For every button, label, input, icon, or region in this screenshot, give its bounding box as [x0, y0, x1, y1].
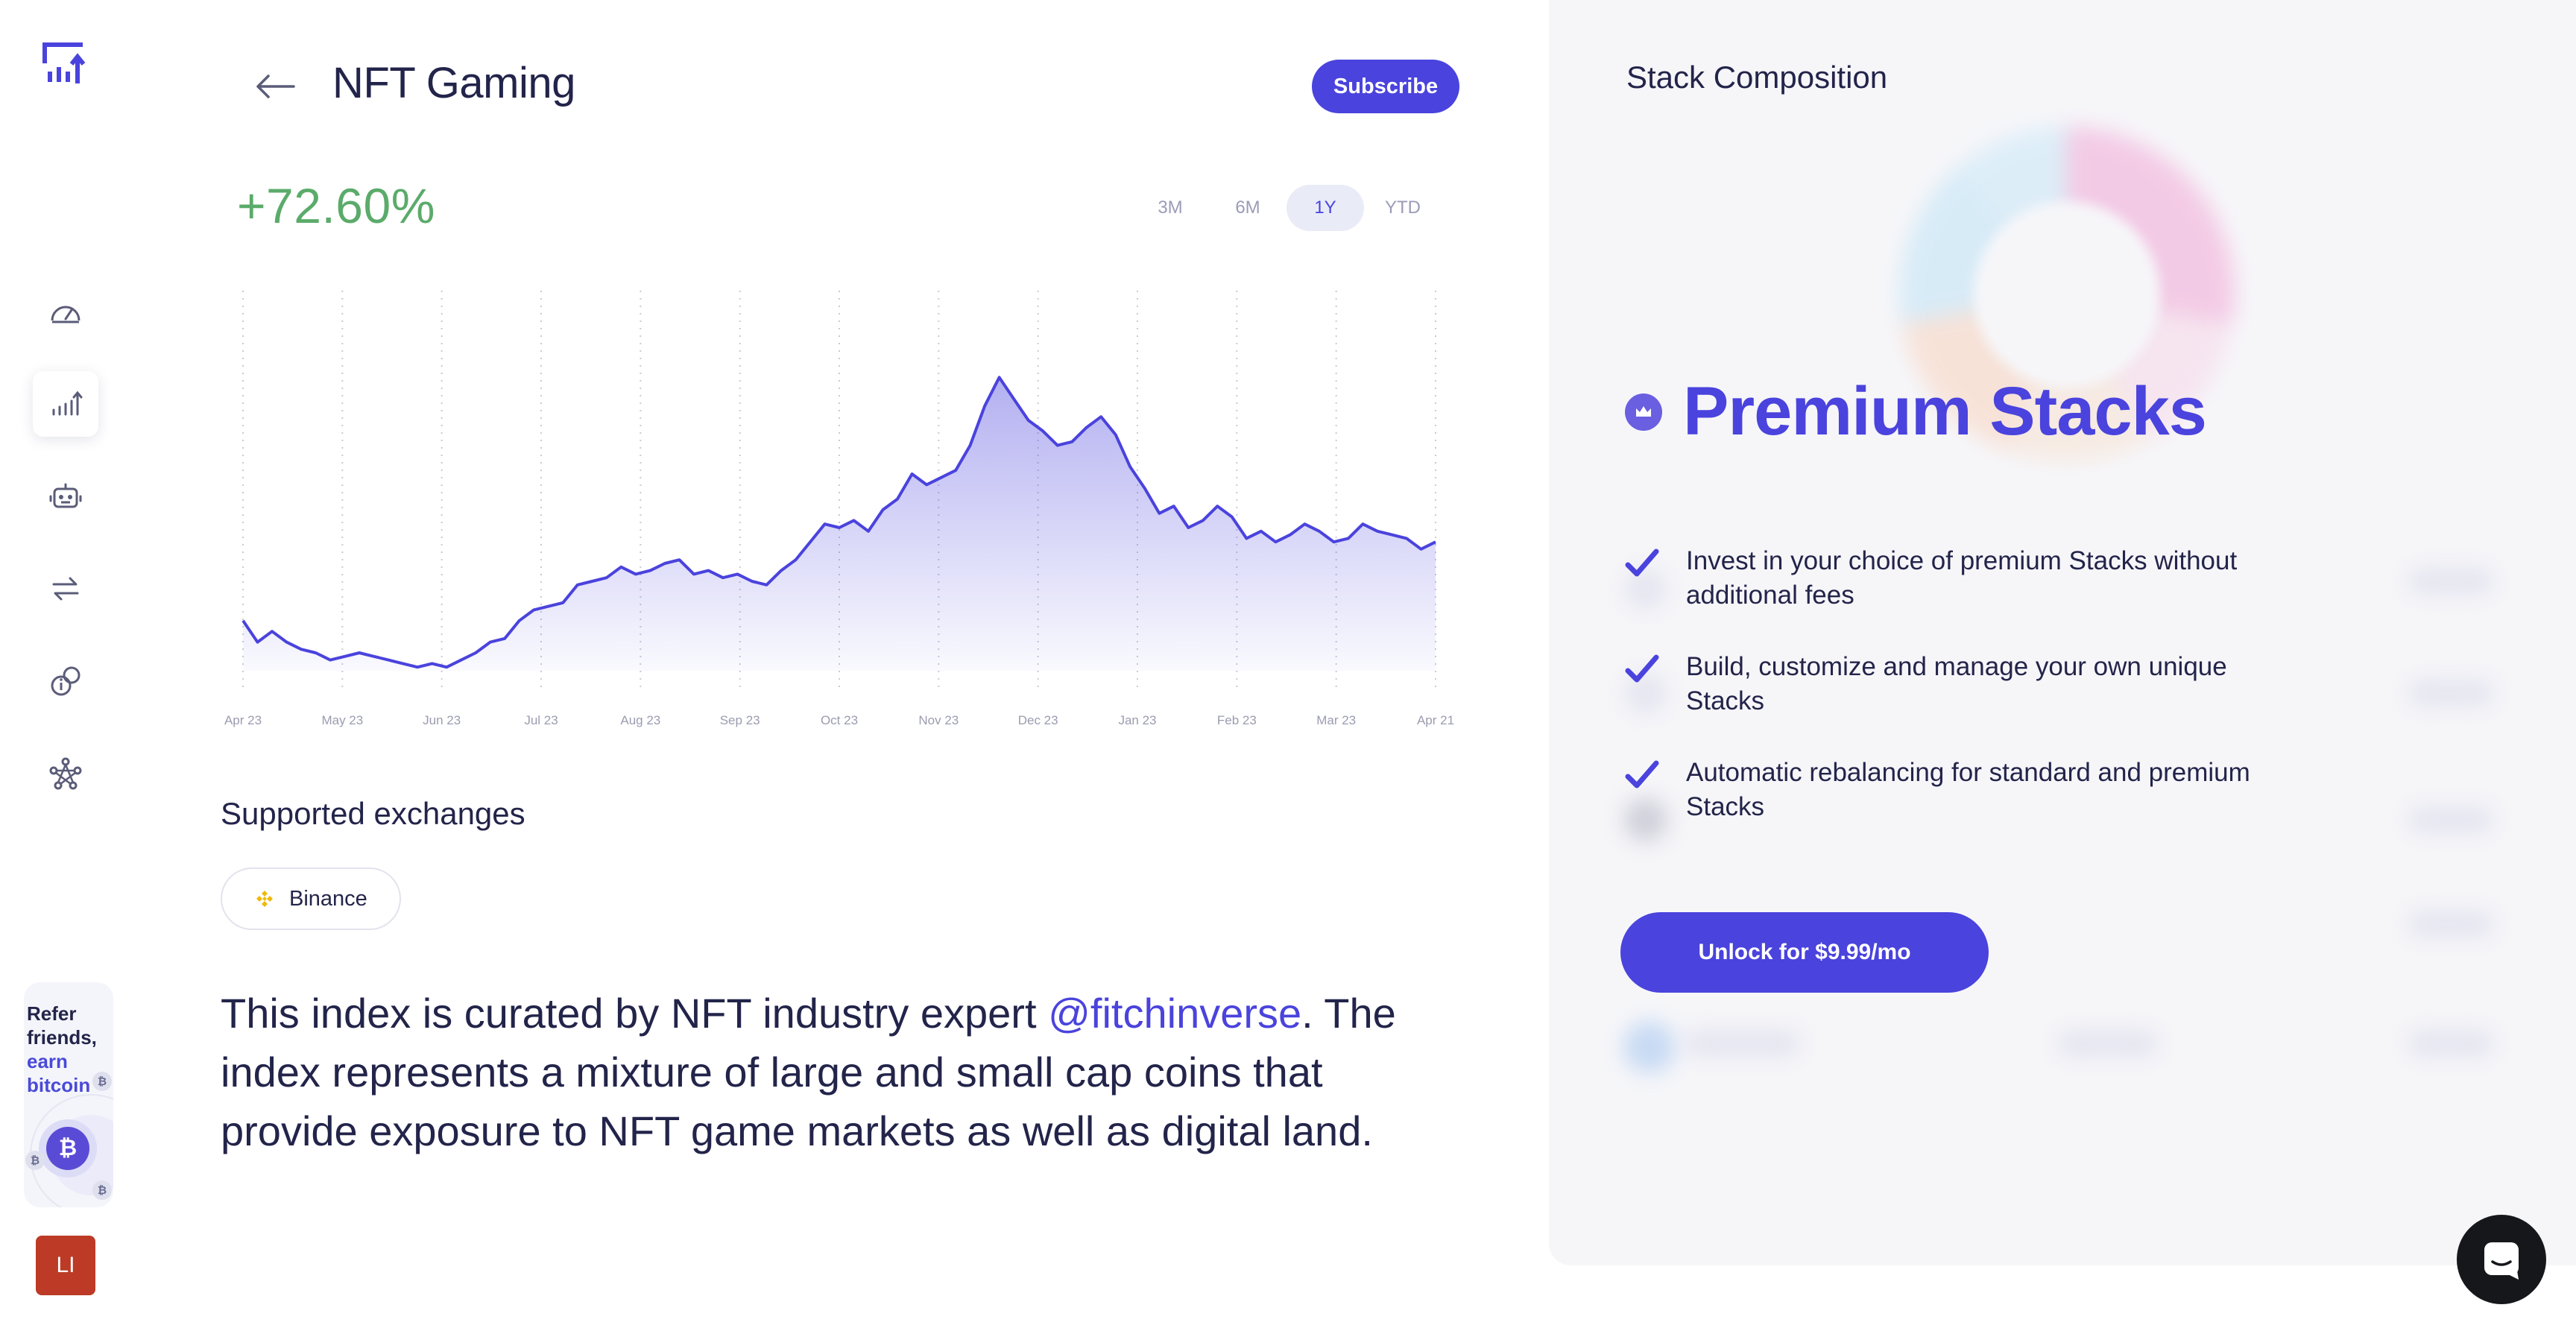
x-tick-label: Nov 23 [918, 713, 959, 727]
x-tick-label: Apr 23 [224, 713, 262, 727]
range-tab-ytd[interactable]: YTD [1364, 185, 1442, 231]
feature-item: Automatic rebalancing for standard and p… [1625, 756, 2296, 824]
premium-stacks-title: Premium Stacks [1683, 373, 2207, 449]
subscribe-button[interactable]: Subscribe [1312, 60, 1459, 113]
blurred-placeholder [1623, 1021, 1676, 1073]
blurred-placeholder [2406, 678, 2496, 708]
nav-swap[interactable] [33, 556, 98, 622]
x-tick-label: Jun 23 [423, 713, 461, 727]
checkmark-icon [1625, 760, 1659, 788]
feature-text: Automatic rebalancing for standard and p… [1686, 758, 2250, 821]
x-tick-label: Feb 23 [1217, 713, 1257, 727]
supported-exchanges-title: Supported exchanges [221, 796, 525, 831]
bitcoin-mini-icon: ₿ [25, 1151, 45, 1170]
robot-icon [49, 483, 82, 508]
range-tab-3m[interactable]: 3M [1131, 185, 1209, 231]
stack-composition-title: Stack Composition [1626, 60, 1888, 95]
blurred-placeholder [1683, 1028, 1802, 1058]
checkmark-icon [1625, 654, 1659, 683]
x-tick-label: Aug 23 [620, 713, 660, 727]
app-logo-icon[interactable] [42, 42, 89, 89]
premium-heading: Premium Stacks [1625, 373, 2207, 451]
checkmark-icon [1625, 549, 1659, 577]
refer-friends-card[interactable]: Refer friends, earn bitcoin [24, 982, 113, 1207]
x-tick-label: Apr 21 [1417, 713, 1454, 727]
nav-bots[interactable] [33, 464, 98, 529]
x-tick-label: Jan 23 [1118, 713, 1156, 727]
feature-item: Invest in your choice of premium Stacks … [1625, 544, 2296, 613]
nav-network[interactable] [33, 741, 98, 806]
nav-earn[interactable] [33, 648, 98, 714]
range-tab-6m[interactable]: 6M [1209, 185, 1287, 231]
curator-link[interactable]: @fitchinverse [1048, 990, 1301, 1037]
sidebar: Refer friends, earn bitcoin ₿ ₿ ₿ ₿ LI [0, 0, 131, 1334]
performance-chart: Apr 23 May 23 Jun 23 Jul 23 Aug 23 Sep 23 Oct … [224, 291, 1454, 727]
crown-icon [1625, 393, 1662, 431]
feature-item: Build, customize and manage your own uni… [1625, 650, 2296, 718]
performance-change: +72.60% [237, 178, 435, 233]
x-tick-label: Oct 23 [821, 713, 858, 727]
stack-composition-panel: Stack Composition Premium Stacks Invest … [1549, 0, 2576, 1265]
feature-text: Build, customize and manage your own uni… [1686, 652, 2227, 715]
description-text: This index is curated by NFT industry ex… [221, 990, 1049, 1037]
premium-features-list: Invest in your choice of premium Stacks … [1625, 544, 2296, 862]
exchange-name: Binance [289, 886, 367, 911]
refer-line-2: friends, [27, 1026, 97, 1049]
x-tick-label: May 23 [321, 713, 363, 727]
blurred-donut-hole [1974, 201, 2160, 388]
exchange-chip-binance[interactable]: Binance [221, 867, 401, 930]
network-nodes-icon [49, 757, 82, 790]
dashboard-gauge-icon [51, 306, 80, 323]
unlock-premium-button[interactable]: Unlock for $9.99/mo [1620, 912, 1989, 993]
index-description: This index is curated by NFT industry ex… [221, 984, 1428, 1160]
nav-indexes[interactable] [33, 371, 98, 437]
info-coin-icon [51, 666, 80, 696]
refer-line-1: Refer [27, 1002, 77, 1025]
x-tick-label: Mar 23 [1316, 713, 1356, 727]
feature-text: Invest in your choice of premium Stacks … [1686, 546, 2238, 610]
blurred-placeholder [2406, 805, 2496, 835]
blurred-placeholder [2406, 566, 2496, 596]
nav-dashboard[interactable] [33, 279, 98, 344]
bitcoin-mini-icon: ₿ [92, 1072, 112, 1091]
range-tabs: 3M 6M 1Y YTD [1131, 185, 1442, 231]
bitcoin-mini-icon: ₿ [92, 1180, 112, 1200]
range-tab-1y[interactable]: 1Y [1287, 185, 1364, 231]
refer-line-3: earn [27, 1050, 68, 1072]
bitcoin-icon: ₿ [46, 1127, 89, 1170]
user-avatar[interactable]: LI [36, 1236, 95, 1295]
chat-bubble-icon[interactable] [2457, 1215, 2546, 1304]
series-area [243, 377, 1436, 671]
x-tick-label: Dec 23 [1018, 713, 1058, 727]
bar-chart-icon [52, 391, 83, 416]
x-tick-label: Sep 23 [720, 713, 760, 727]
swap-arrows-icon [52, 577, 79, 601]
arrow-left-icon[interactable] [253, 66, 298, 107]
blurred-placeholder [2406, 1028, 2496, 1058]
page-title: NFT Gaming [332, 59, 575, 107]
x-tick-label: Jul 23 [524, 713, 558, 727]
blurred-placeholder [2056, 1028, 2160, 1058]
binance-icon [256, 891, 273, 907]
blurred-placeholder [2406, 909, 2496, 939]
